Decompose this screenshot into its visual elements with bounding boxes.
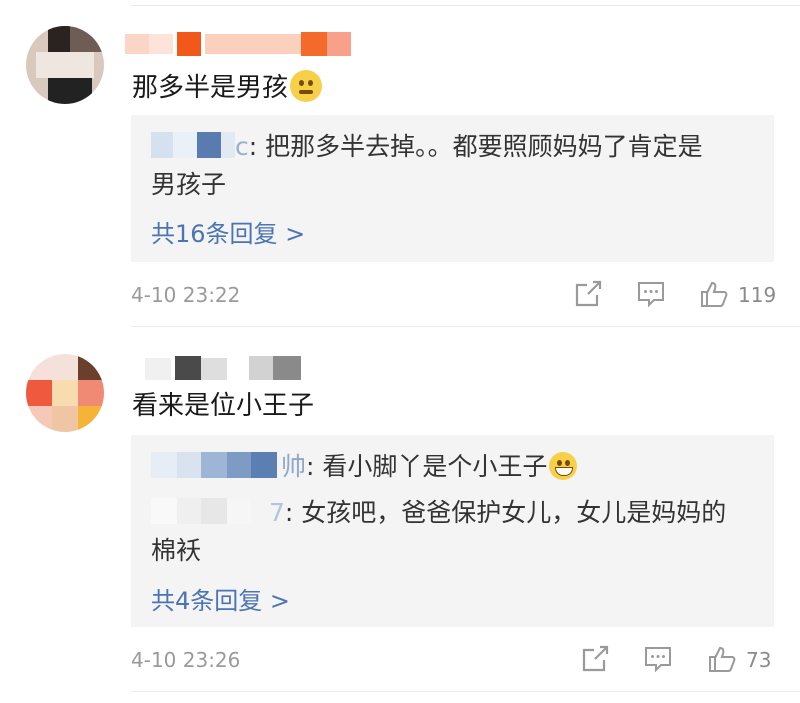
share-icon[interactable] (580, 644, 610, 674)
timestamp: 4-10 23:26 (131, 648, 241, 672)
reply-item: 帅: 看小脚丫是个小王子 (151, 449, 578, 485)
share-icon[interactable] (573, 279, 603, 309)
like-count: 73 (746, 648, 772, 672)
grinning-face-emoji (549, 452, 578, 480)
comment-icon[interactable] (636, 279, 666, 309)
like-count: 119 (738, 283, 777, 307)
comment-icon[interactable] (643, 644, 673, 674)
comment-item: 那多半是男孩 c: 把那多半去掉。。都要照顾妈妈了肯定是 男孩子 共16条回复 … (0, 0, 800, 330)
reply-preview-box[interactable]: 帅: 看小脚丫是个小王子 7: 女孩吧，爸爸保护女儿，女儿是妈妈的 棉袄 共4条… (131, 435, 774, 627)
comment-text: 看来是位小王子 (132, 391, 315, 421)
reply-author-masked[interactable] (151, 132, 235, 158)
avatar[interactable] (26, 354, 104, 432)
reply-preview-box[interactable]: c: 把那多半去掉。。都要照顾妈妈了肯定是 男孩子 共16条回复 > (131, 115, 774, 262)
comment-divider (131, 691, 800, 692)
thumbs-up-icon[interactable] (699, 279, 729, 309)
avatar[interactable] (26, 26, 104, 104)
timestamp: 4-10 23:22 (131, 283, 241, 307)
username-masked[interactable] (125, 354, 325, 382)
comment-meta: 4-10 23:26 73 (0, 644, 800, 678)
reply-item-cont: 男孩子 (151, 170, 227, 199)
reply-item: 7: 女孩吧，爸爸保护女儿，女儿是妈妈的 (151, 495, 726, 531)
reply-item-cont: 棉袄 (151, 536, 202, 565)
thumbs-up-icon[interactable] (707, 644, 737, 674)
comment-divider (131, 326, 800, 327)
comment-meta: 4-10 23:22 119 (0, 279, 800, 313)
comment-text: 那多半是男孩 (132, 70, 323, 104)
thinking-face-emoji (290, 70, 323, 102)
username-masked[interactable] (125, 30, 355, 58)
reply-author-masked[interactable] (151, 452, 281, 478)
more-replies-link[interactable]: 共16条回复 > (151, 214, 305, 249)
more-replies-link[interactable]: 共4条回复 > (151, 581, 290, 616)
comment-item: 看来是位小王子 帅: 看小脚丫是个小王子 7: 女孩吧，爸爸保护女儿，女儿是妈妈… (0, 330, 800, 703)
reply-item: c: 把那多半去掉。。都要照顾妈妈了肯定是 (151, 129, 703, 165)
reply-author-masked[interactable] (151, 498, 269, 524)
